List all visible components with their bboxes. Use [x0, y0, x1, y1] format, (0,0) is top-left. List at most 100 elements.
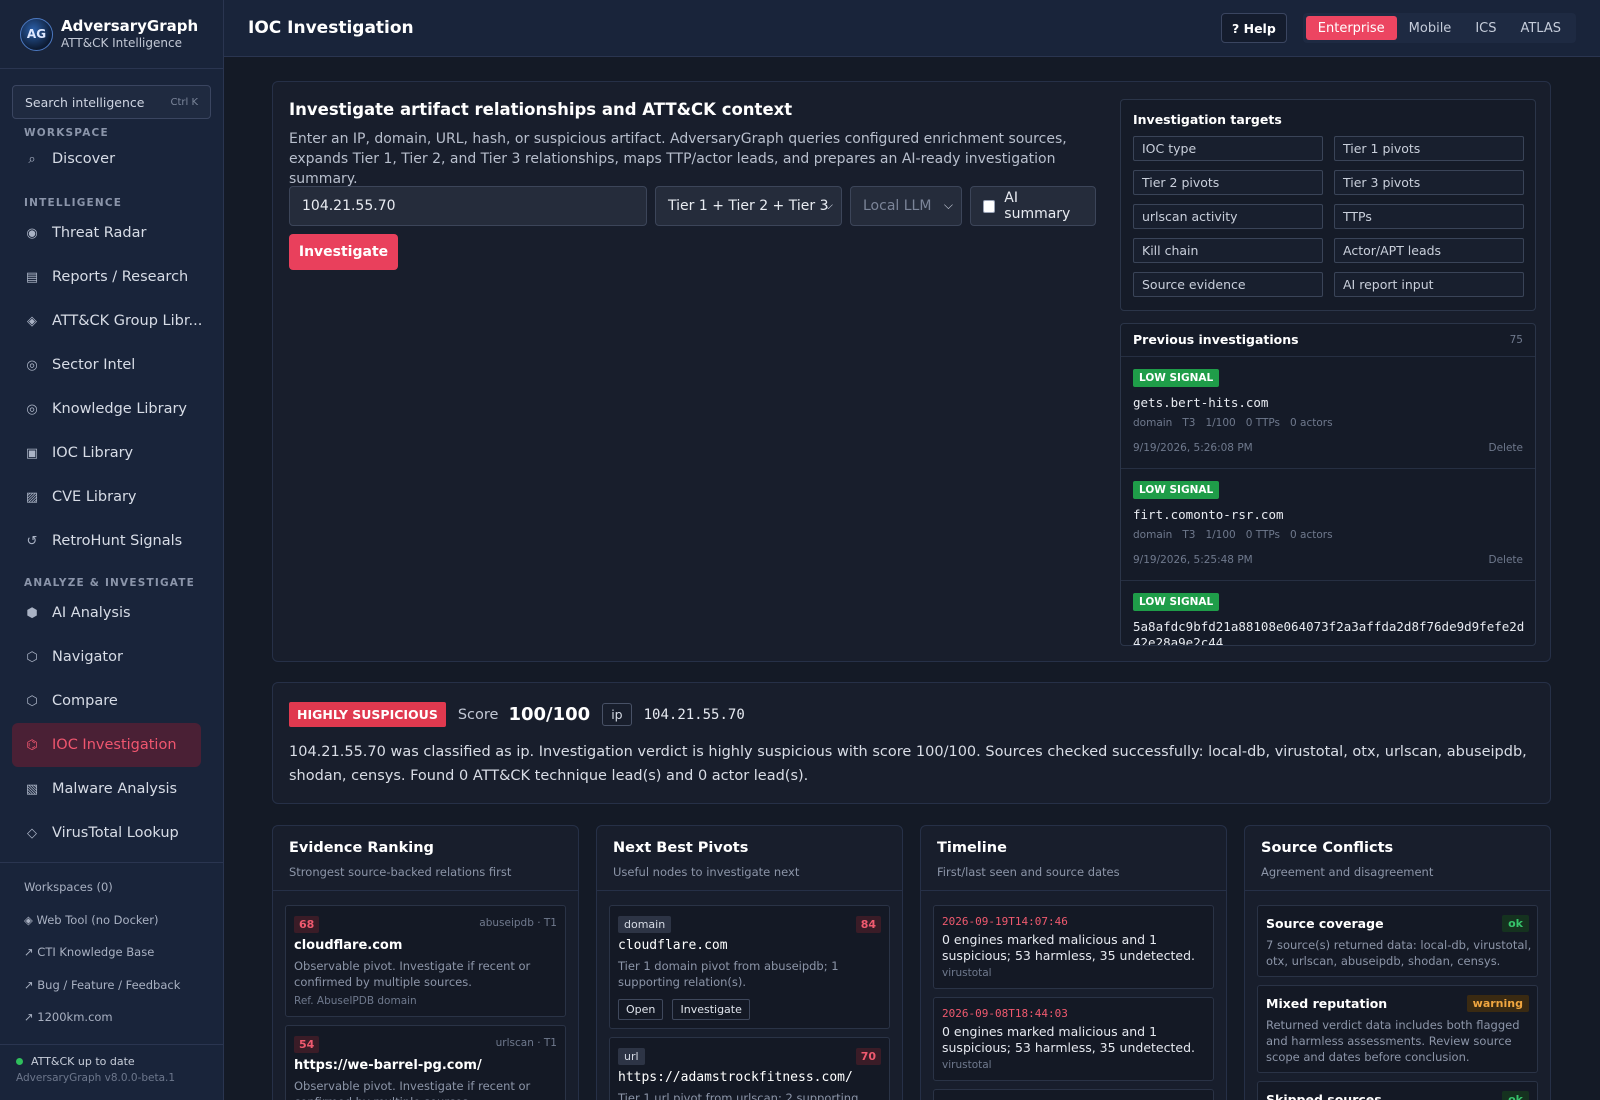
signal-badge: LOW SIGNAL: [1133, 369, 1220, 387]
website-link[interactable]: ↗ 1200km.com: [0, 1001, 223, 1034]
conflict-item: Source coverage ok 7 source(s) returned …: [1257, 905, 1538, 977]
timeline-date: 2026-09-19T14:07:46: [942, 915, 1068, 928]
pivot-value: https://adamstrockfitness.com/: [618, 1070, 853, 1085]
target-actor-leads: Actor/APT leads: [1334, 238, 1524, 263]
llm-select[interactable]: Local LLM ⌵: [850, 186, 962, 226]
status-text: ATT&CK up to date: [31, 1055, 135, 1068]
sidebar-item-sector-intel[interactable]: ◎ Sector Intel: [0, 343, 223, 387]
checkbox-icon[interactable]: [983, 199, 996, 213]
pivot-score: 70: [855, 1048, 881, 1065]
evidence-desc: Observable pivot. Investigate if recent …: [294, 1079, 531, 1100]
sidebar-item-ioc-investigation[interactable]: ⌬ IOC Investigation: [12, 723, 201, 767]
tier-select[interactable]: Tier 1 + Tier 2 + Tier 3 ⌵: [655, 186, 842, 226]
evidence-item[interactable]: 68 abuseipdb · T1 cloudflare.com Observa…: [285, 905, 566, 1017]
status-dot-icon: [16, 1058, 23, 1065]
diamond-outline-icon: ◇: [27, 825, 37, 841]
ioc-type-chip: ip: [602, 703, 632, 726]
tab-enterprise[interactable]: Enterprise: [1305, 16, 1397, 40]
delete-link[interactable]: Delete: [1489, 554, 1524, 566]
previous-investigations-panel: Previous investigations 75 LOW SIGNAL ge…: [1120, 323, 1536, 646]
investigate-card: Investigate artifact relationships and A…: [272, 81, 1551, 662]
sidebar-item-ai-analysis[interactable]: ⬢ AI Analysis: [0, 591, 223, 635]
sidebar-item-label: Sector Intel: [52, 357, 136, 373]
search-placeholder: Search intelligence: [25, 94, 145, 110]
ai-summary-label: AI summary: [1004, 190, 1071, 222]
workspaces-link[interactable]: Workspaces (0): [0, 871, 223, 904]
timeline-card: Timeline First/last seen and source date…: [920, 825, 1227, 1100]
help-button[interactable]: ? Help: [1221, 13, 1287, 43]
evidence-value: https://we-barrel-pg.com/: [294, 1058, 482, 1073]
sidebar-item-cve-library[interactable]: ▨ CVE Library: [0, 475, 223, 519]
ai-summary-toggle[interactable]: AI summary: [970, 186, 1096, 226]
status-badge: ok: [1502, 1091, 1529, 1100]
tier-select-value: Tier 1 + Tier 2 + Tier 3: [668, 198, 829, 214]
search-input[interactable]: Search intelligence Ctrl K: [12, 85, 211, 119]
sidebar-item-retrohunt[interactable]: ↺ RetroHunt Signals: [0, 519, 223, 563]
previous-value: gets.bert-hits.com: [1133, 395, 1269, 410]
status-badge: ok: [1502, 915, 1529, 932]
sidebar-item-attack-groups[interactable]: ◈ ATT&CK Group Libr...: [0, 299, 223, 343]
pivot-item: url 70 https://adamstrockfitness.com/ Ti…: [609, 1037, 890, 1100]
evidence-item[interactable]: 54 urlscan · T1 https://we-barrel-pg.com…: [285, 1025, 566, 1100]
ioc-input[interactable]: 104.21.55.70: [289, 186, 647, 226]
tab-mobile[interactable]: Mobile: [1397, 16, 1464, 40]
previous-item[interactable]: LOW SIGNAL 5a8afdc9bfd21a88108e064073f2a…: [1121, 580, 1535, 645]
sidebar-item-virustotal[interactable]: ◇ VirusTotal Lookup: [0, 811, 223, 855]
analyze-nav: ⬢ AI Analysis ⬡ Navigator ⬡ Compare ⌬ IOC In…: [0, 591, 223, 855]
investigate-button[interactable]: Investigate: [289, 234, 398, 270]
brand[interactable]: AG AdversaryGraph ATT&CK Intelligence: [0, 0, 223, 69]
delete-link[interactable]: Delete: [1489, 442, 1524, 454]
sidebar-item-reports[interactable]: ▤ Reports / Research: [0, 255, 223, 299]
evidence-ref: Ref. AbuseIPDB domain: [294, 995, 417, 1007]
sidebar-item-malware-analysis[interactable]: ▧ Malware Analysis: [0, 767, 223, 811]
previous-count: 75: [1509, 334, 1523, 346]
sidebar-item-discover[interactable]: ⌕ Discover: [0, 139, 223, 179]
verdict-summary: 104.21.55.70 was classified as ip. Inves…: [289, 744, 1527, 784]
pivot-value: cloudflare.com: [618, 938, 728, 953]
evidence-title: Evidence Ranking: [289, 840, 434, 856]
target-ttps: TTPs: [1334, 204, 1524, 229]
conflict-text: Returned verdict data includes both flag…: [1266, 1018, 1520, 1064]
square-icon: ▣: [25, 445, 39, 461]
previous-item[interactable]: LOW SIGNAL firt.comonto-rsr.com domain T…: [1121, 468, 1535, 580]
sidebar-item-threat-radar[interactable]: ◉ Threat Radar: [0, 211, 223, 255]
sidebar-item-label: RetroHunt Signals: [52, 533, 183, 549]
sidebar-item-navigator[interactable]: ⬡ Navigator: [0, 635, 223, 679]
section-label-workspace: WORKSPACE: [24, 127, 109, 139]
verdict-card: HIGHLY SUSPICIOUS Score 100/100 ip 104.2…: [272, 682, 1551, 804]
target-tier2: Tier 2 pivots: [1133, 170, 1323, 195]
open-button[interactable]: Open: [618, 999, 664, 1020]
timeline-subtitle: First/last seen and source dates: [937, 865, 1120, 879]
sidebar-item-compare[interactable]: ⬡ Compare: [0, 679, 223, 723]
target-tier1: Tier 1 pivots: [1334, 136, 1524, 161]
cti-knowledge-link[interactable]: ↗ CTI Knowledge Base: [0, 936, 223, 969]
feedback-link[interactable]: ↗ Bug / Feature / Feedback: [0, 969, 223, 1002]
timeline-item: [933, 1089, 1214, 1100]
sidebar-item-knowledge-library[interactable]: ◎ Knowledge Library: [0, 387, 223, 431]
previous-item[interactable]: LOW SIGNAL gets.bert-hits.com domain T3 …: [1121, 356, 1535, 468]
target-urlscan: urlscan activity: [1133, 204, 1323, 229]
sidebar-item-label: Threat Radar: [52, 225, 147, 241]
domain-switcher: Enterprise Mobile ICS ATLAS: [1302, 13, 1576, 43]
previous-meta: domain T3 1/100 0 TTPs 0 actors: [1133, 529, 1333, 541]
tab-atlas[interactable]: ATLAS: [1508, 16, 1573, 40]
page-title: IOC Investigation: [248, 18, 414, 38]
hatched-square-icon: ▧: [25, 781, 39, 797]
brand-name: AdversaryGraph: [61, 17, 199, 35]
investigate-pivot-button[interactable]: Investigate: [672, 999, 750, 1020]
evidence-ranking-card: Evidence Ranking Strongest source-backed…: [272, 825, 579, 1100]
hexagon-icon: ⬢: [26, 605, 38, 621]
sidebar-item-label: CVE Library: [52, 489, 137, 505]
next-pivots-card: Next Best Pivots Useful nodes to investi…: [596, 825, 903, 1100]
tab-ics[interactable]: ICS: [1463, 16, 1508, 40]
radar-icon: ◉: [26, 225, 38, 241]
evidence-subtitle: Strongest source-backed relations first: [289, 865, 512, 879]
intel-nav: ◉ Threat Radar ▤ Reports / Research ◈ ATT&C…: [0, 211, 223, 563]
sidebar-item-ioc-library[interactable]: ▣ IOC Library: [0, 431, 223, 475]
evidence-source: abuseipdb · T1: [479, 917, 557, 929]
conflict-text: 7 source(s) returned data: local-db, vir…: [1266, 938, 1532, 968]
sidebar-footer: Workspaces (0) ◈ Web Tool (no Docker) ↗ …: [0, 862, 223, 1034]
previous-title: Previous investigations: [1133, 332, 1299, 347]
web-tool-link[interactable]: ◈ Web Tool (no Docker): [0, 904, 223, 937]
pivots-title: Next Best Pivots: [613, 840, 749, 856]
